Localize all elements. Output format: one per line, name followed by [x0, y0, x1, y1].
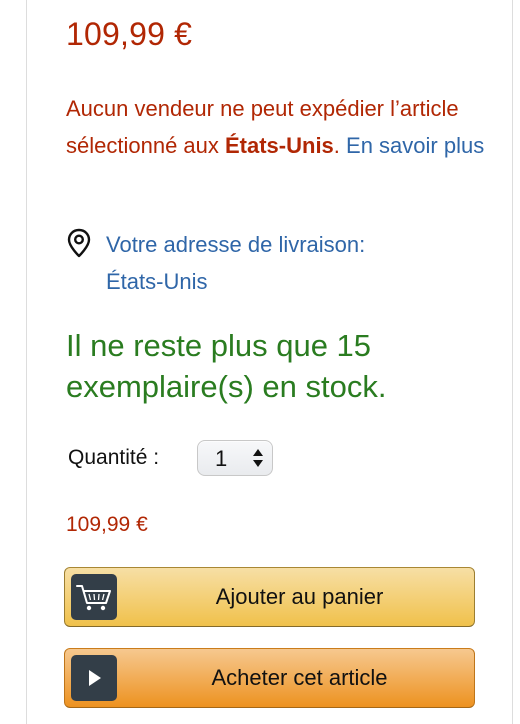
quantity-select[interactable]: 1	[197, 440, 273, 476]
buy-box: 109,99 € Aucun vendeur ne peut expédier …	[0, 0, 520, 724]
price-secondary: 109,99 €	[66, 513, 148, 536]
right-border	[512, 0, 513, 724]
cart-icon	[76, 585, 111, 611]
add-to-cart-label: Ajouter au panier	[215, 584, 384, 609]
play-icon-box	[71, 655, 117, 701]
buy-now-button[interactable]: Acheter cet article	[64, 648, 475, 708]
buy-now-label: Acheter cet article	[211, 665, 388, 690]
learn-more-link[interactable]: En savoir plus	[346, 133, 484, 158]
delivery-address-link[interactable]: Votre adresse de livraison: États-Unis	[106, 226, 406, 300]
quantity-value: 1	[215, 446, 228, 471]
quantity-label: Quantité :	[68, 446, 160, 469]
shipping-warning-period: .	[333, 133, 347, 158]
left-border	[26, 0, 27, 724]
price: 109,99 €	[66, 16, 193, 52]
shipping-warning: Aucun vendeur ne peut expédier l’article…	[66, 90, 486, 164]
cart-icon-box	[71, 574, 117, 620]
chevron-updown-icon	[253, 449, 263, 467]
add-to-cart-button[interactable]: Ajouter au panier	[64, 567, 475, 627]
location-pin-icon	[67, 228, 91, 258]
stock-status: Il ne reste plus que 15 exemplaire(s) en…	[66, 328, 387, 404]
shipping-country: États-Unis	[225, 133, 334, 158]
play-icon	[89, 670, 101, 686]
